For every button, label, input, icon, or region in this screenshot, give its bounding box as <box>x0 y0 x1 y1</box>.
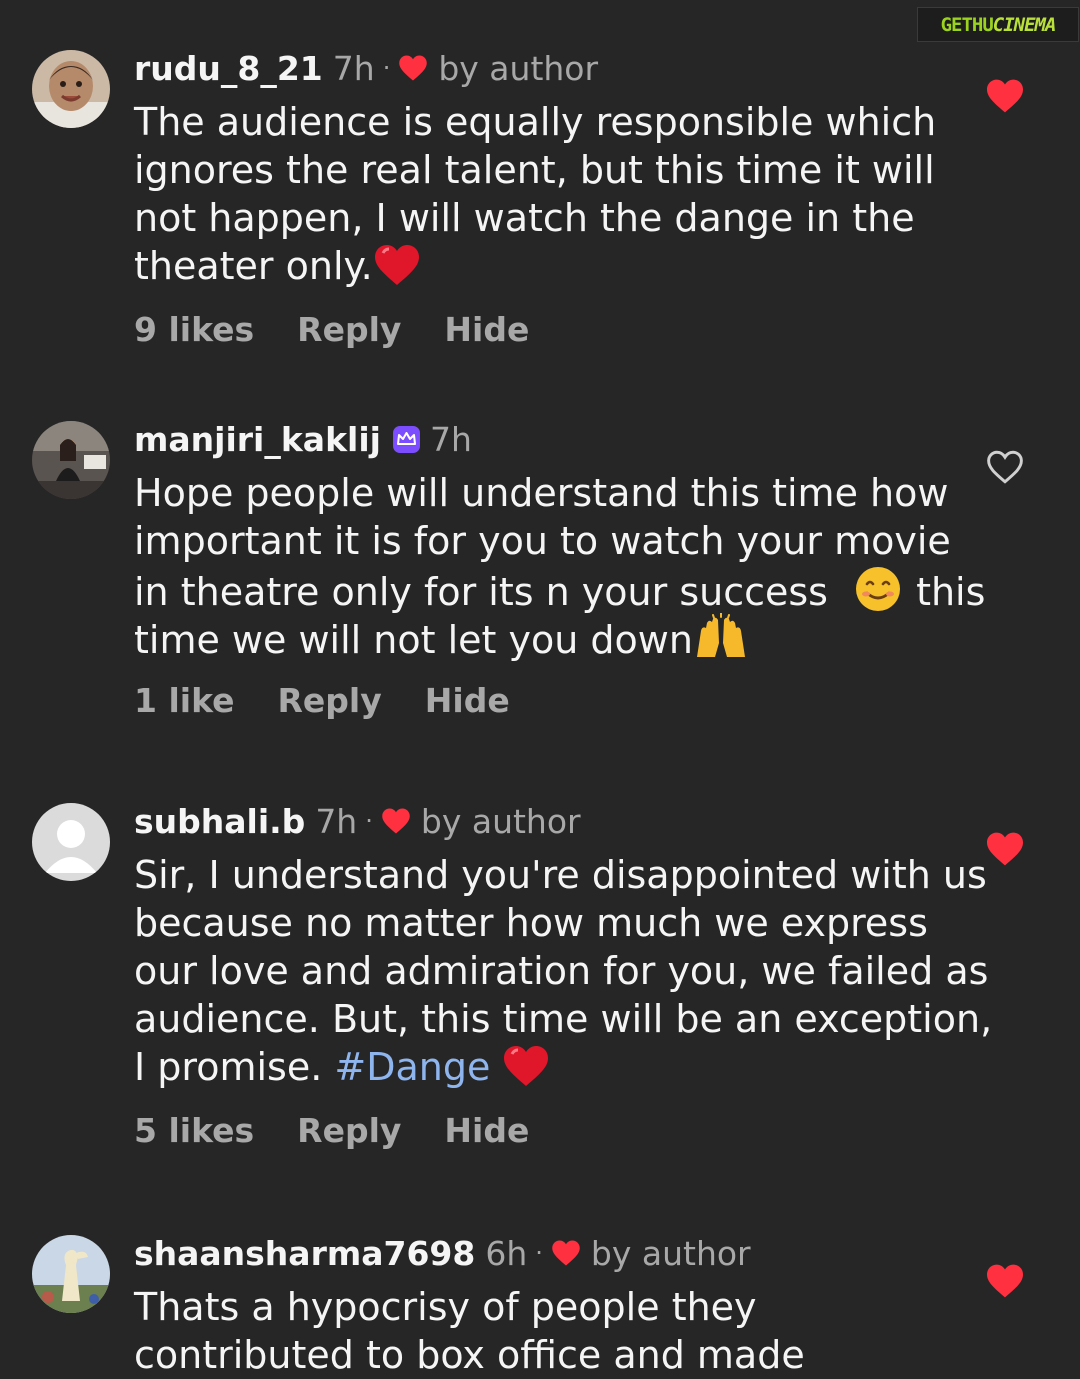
likes-count[interactable]: 5 likes <box>134 1111 254 1150</box>
avatar[interactable] <box>32 1235 110 1313</box>
avatar[interactable] <box>32 50 110 128</box>
comment-line: in theatre only for its n your success <box>134 570 828 614</box>
comment-line: Sir, I understand you're disappointed wi… <box>134 853 987 897</box>
heart-icon[interactable] <box>985 78 1025 114</box>
timestamp: 7h <box>429 419 472 459</box>
comment-line: ignores the real talent, but this time i… <box>134 148 935 192</box>
separator-dot: · <box>365 807 373 835</box>
watermark-part1: GETHU <box>940 13 994 36</box>
heart-icon <box>399 55 428 81</box>
watermark-part2: CINEMA <box>992 13 1057 36</box>
comment-meta: manjiri_kaklij 7h <box>134 419 954 459</box>
reply-button[interactable]: Reply <box>297 1111 401 1150</box>
comment-line: time we will not let you down <box>134 618 693 662</box>
comment-actions: 5 likes Reply Hide <box>134 1111 954 1150</box>
hashtag-link[interactable]: #Dange <box>334 1045 490 1089</box>
timestamp: 6h <box>485 1233 528 1273</box>
watermark-logo: GETHU CINEMA <box>917 7 1079 42</box>
red-heart-emoji <box>374 245 419 285</box>
comment-line: our love and admiration for you, we fail… <box>134 949 989 993</box>
comment-line: Hope people will understand this time ho… <box>134 471 949 515</box>
comment-text: The audience is equally responsible whic… <box>134 98 954 290</box>
comment-line: important it is for you to watch your mo… <box>134 519 951 563</box>
username[interactable]: subhali.b <box>134 802 305 841</box>
heart-outline-icon[interactable] <box>985 449 1025 485</box>
crown-badge-icon <box>392 425 420 453</box>
separator-dot: · <box>535 1239 543 1267</box>
comment-text: Sir, I understand you're disappointed wi… <box>134 851 993 1091</box>
reply-button[interactable]: Reply <box>278 681 382 720</box>
likes-count[interactable]: 9 likes <box>134 310 254 349</box>
comment-line-tail: this <box>916 570 986 614</box>
timestamp: 7h <box>332 48 375 88</box>
username[interactable]: shaansharma7698 <box>134 1234 475 1273</box>
comment-line: theater only. <box>134 244 373 288</box>
comment-text: Hope people will understand this time ho… <box>134 469 985 662</box>
likes-count[interactable]: 1 like <box>134 681 235 720</box>
comment-line: contributed to box office and made <box>134 1333 805 1377</box>
username[interactable]: manjiri_kaklij <box>134 420 381 459</box>
comment-meta: subhali.b 7h · by author <box>134 801 954 841</box>
hide-button[interactable]: Hide <box>444 310 529 349</box>
comment-line: not happen, I will watch the dange in th… <box>134 196 915 240</box>
timestamp: 7h <box>315 801 358 841</box>
comment-line: I promise. <box>134 1045 323 1089</box>
reply-button[interactable]: Reply <box>297 310 401 349</box>
username[interactable]: rudu_8_21 <box>134 49 323 88</box>
heart-icon <box>552 1240 580 1266</box>
comment-actions: 1 like Reply Hide <box>134 681 954 720</box>
hide-button[interactable]: Hide <box>444 1111 529 1150</box>
by-author-label: by author <box>420 801 581 841</box>
by-author-label: by author <box>590 1233 751 1273</box>
comment-meta: shaansharma7698 6h · by author <box>134 1233 954 1273</box>
comment-line: because no matter how much we express <box>134 901 928 945</box>
comment-line: Thats a hypocrisy of people they <box>134 1285 757 1329</box>
avatar[interactable] <box>32 421 110 499</box>
comment-text: Thats a hypocrisy of people they contrib… <box>134 1283 954 1379</box>
heart-icon <box>382 808 410 834</box>
hide-button[interactable]: Hide <box>425 681 510 720</box>
comment-meta: rudu_8_21 7h · by author <box>134 48 954 88</box>
smiling-face-emoji <box>856 567 901 611</box>
comment-line: audience. But, this time will be an exce… <box>134 997 993 1041</box>
comment-line: The audience is equally responsible whic… <box>134 100 937 144</box>
red-heart-emoji <box>504 1046 549 1086</box>
raising-hands-emoji <box>696 613 745 657</box>
comment-actions: 9 likes Reply Hide <box>134 310 954 349</box>
separator-dot: · <box>382 54 391 82</box>
avatar[interactable] <box>32 803 110 881</box>
by-author-label: by author <box>438 48 599 88</box>
heart-icon[interactable] <box>985 831 1025 867</box>
heart-icon[interactable] <box>985 1263 1025 1299</box>
